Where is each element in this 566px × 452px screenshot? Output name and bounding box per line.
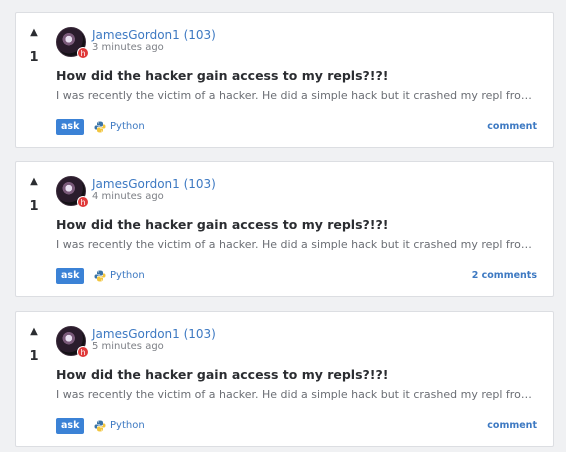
vote-count: 1 xyxy=(29,199,39,214)
post-title[interactable]: How did the hacker gain access to my rep… xyxy=(56,216,388,233)
username-link[interactable]: JamesGordon1 (103) xyxy=(92,177,216,192)
post-preview: I was recently the victim of a hacker. H… xyxy=(56,238,542,251)
ask-tag[interactable]: ask xyxy=(56,268,85,284)
language-tag[interactable]: Python xyxy=(94,418,145,434)
language-label: Python xyxy=(110,420,145,431)
ask-tag[interactable]: ask xyxy=(56,119,85,135)
avatar[interactable]: h xyxy=(56,176,89,208)
comments-link[interactable]: 2 comments xyxy=(472,268,537,284)
avatar[interactable]: h xyxy=(56,326,89,358)
avatar-badge: h xyxy=(77,196,89,208)
avatar-badge: h xyxy=(77,346,89,358)
python-icon xyxy=(94,121,106,133)
post-title[interactable]: How did the hacker gain access to my rep… xyxy=(56,366,388,383)
upvote-arrow-icon[interactable]: ▲ xyxy=(26,27,42,39)
vote-control: ▲ 1 xyxy=(26,326,42,365)
language-label: Python xyxy=(110,121,145,132)
post-card[interactable]: ▲ 1 h JamesGordon1 (103) 3 minutes ago H… xyxy=(15,12,554,148)
ask-tag[interactable]: ask xyxy=(56,418,85,434)
upvote-arrow-icon[interactable]: ▲ xyxy=(26,176,42,188)
language-tag[interactable]: Python xyxy=(94,268,145,284)
username-link[interactable]: JamesGordon1 (103) xyxy=(92,28,216,43)
python-icon xyxy=(94,420,106,432)
language-label: Python xyxy=(110,270,145,281)
post-timestamp: 4 minutes ago xyxy=(92,191,164,202)
post-timestamp: 3 minutes ago xyxy=(92,42,164,53)
comments-link[interactable]: comment xyxy=(487,418,537,434)
vote-control: ▲ 1 xyxy=(26,176,42,215)
avatar[interactable]: h xyxy=(56,27,89,59)
post-card[interactable]: ▲ 1 h JamesGordon1 (103) 4 minutes ago H… xyxy=(15,161,554,297)
vote-count: 1 xyxy=(29,50,39,65)
post-timestamp: 5 minutes ago xyxy=(92,341,164,352)
language-tag[interactable]: Python xyxy=(94,119,145,135)
python-icon xyxy=(94,270,106,282)
vote-count: 1 xyxy=(29,349,39,364)
upvote-arrow-icon[interactable]: ▲ xyxy=(26,326,42,338)
post-preview: I was recently the victim of a hacker. H… xyxy=(56,89,542,102)
avatar-badge: h xyxy=(77,47,89,59)
vote-control: ▲ 1 xyxy=(26,27,42,66)
username-link[interactable]: JamesGordon1 (103) xyxy=(92,327,216,342)
post-title[interactable]: How did the hacker gain access to my rep… xyxy=(56,67,388,84)
comments-link[interactable]: comment xyxy=(487,119,537,135)
post-card[interactable]: ▲ 1 h JamesGordon1 (103) 5 minutes ago H… xyxy=(15,311,554,447)
post-preview: I was recently the victim of a hacker. H… xyxy=(56,388,542,401)
